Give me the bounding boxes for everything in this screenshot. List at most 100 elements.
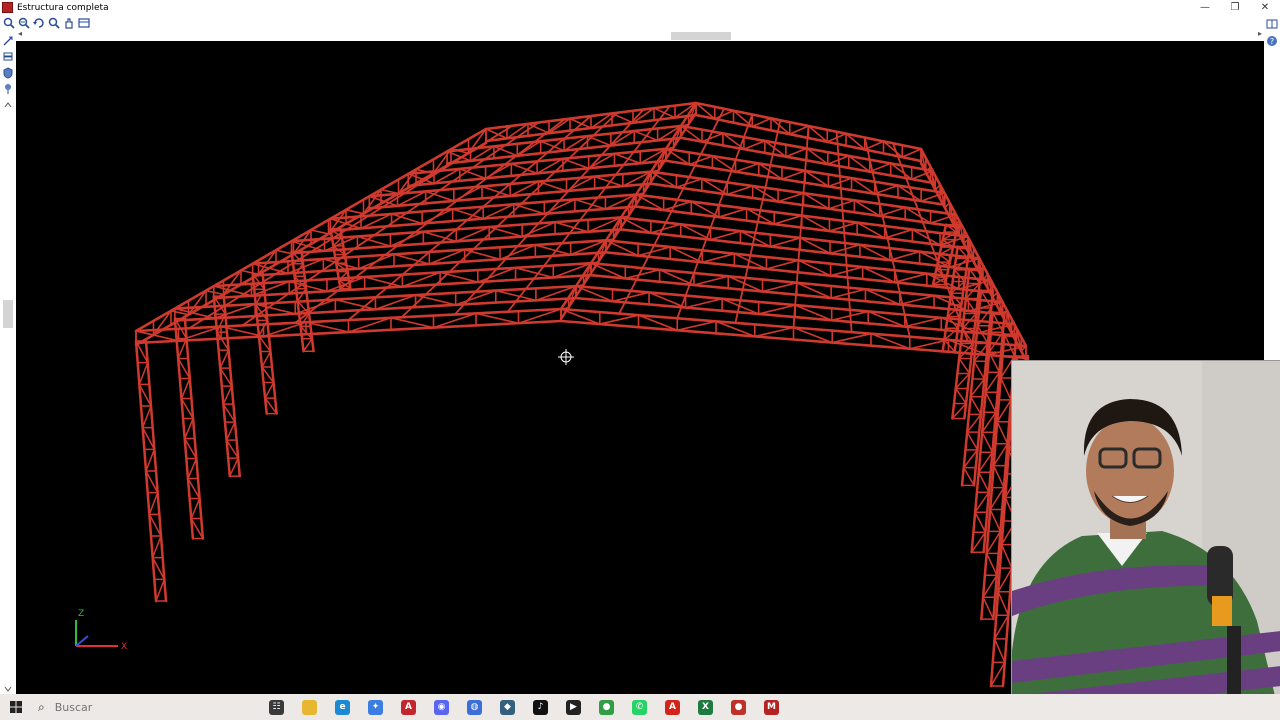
- rafter-truss-left-diagonal: [390, 213, 423, 225]
- rafter-truss-right-diagonal: [769, 237, 801, 248]
- rafter-truss-right-diagonal: [675, 178, 703, 189]
- scroll-up-icon[interactable]: [2, 96, 14, 108]
- rafter-truss-right-diagonal: [883, 228, 914, 239]
- excel-glyph: X: [698, 699, 713, 715]
- taskbar: ⌕ ☷ e ✦ A ◉ ◍ ◆ ♪ ▶ ● ✆ A X ● M: [0, 694, 1280, 720]
- app-wing-icon[interactable]: ◆: [491, 694, 524, 720]
- discord-icon[interactable]: ◉: [425, 694, 458, 720]
- presenter-video: [1012, 361, 1280, 720]
- whatsapp-icon[interactable]: ✆: [623, 694, 656, 720]
- start-button[interactable]: [0, 694, 32, 720]
- edge-icon[interactable]: e: [326, 694, 359, 720]
- chrome-glyph: ●: [599, 699, 614, 715]
- rafter-truss-right-diagonal: [701, 132, 724, 143]
- search-input[interactable]: [52, 699, 177, 715]
- scroll-left-icon[interactable]: ◂: [18, 29, 22, 38]
- file-explorer-icon[interactable]: [293, 694, 326, 720]
- rafter-truss-right-diagonal: [734, 162, 760, 173]
- rafter-truss-left-diagonal: [475, 312, 520, 325]
- column-truss-right-diagonal: [981, 431, 994, 453]
- tiktok-icon[interactable]: ♪: [524, 694, 557, 720]
- pointer-icon[interactable]: [2, 32, 14, 46]
- rafter-truss-right-diagonal: [903, 316, 943, 328]
- app-wing-glyph: ◆: [500, 699, 515, 715]
- column-truss-left-chord: [173, 317, 195, 540]
- app-red-icon[interactable]: ●: [722, 694, 755, 720]
- scroll-right-icon[interactable]: ▸: [1258, 29, 1262, 38]
- rafter-truss-right-diagonal: [765, 259, 800, 270]
- zoom-icon[interactable]: [48, 17, 60, 29]
- rafter-truss-right-diagonal: [773, 214, 803, 225]
- task-view-icon[interactable]: ☷: [260, 694, 293, 720]
- left-toolbar: [0, 30, 16, 694]
- acrobat-icon[interactable]: A: [656, 694, 689, 720]
- rafter-truss-right-diagonal: [611, 291, 650, 303]
- rafter-truss-right-diagonal: [598, 314, 640, 325]
- rafter-truss-right-diagonal: [676, 320, 717, 332]
- restore-button[interactable]: ❐: [1220, 0, 1250, 15]
- rafter-truss-right-diagonal: [751, 117, 772, 128]
- column-truss-left-diagonal: [219, 349, 230, 369]
- axis-z-label: Z: [78, 609, 84, 619]
- horizontal-scrollbar[interactable]: ◂ ▸: [16, 29, 1264, 41]
- autocad-icon[interactable]: A: [392, 694, 425, 720]
- view-toolbar: [0, 15, 1280, 30]
- pan-cursor-icon: [558, 349, 574, 365]
- rotate-icon[interactable]: [33, 17, 45, 29]
- rafter-truss-left-diagonal: [569, 117, 592, 129]
- rafter-truss-right-diagonal: [718, 207, 748, 218]
- media-player-icon[interactable]: ▶: [557, 694, 590, 720]
- rafter-truss-right-diagonal: [777, 192, 805, 203]
- structural-app-glyph: M: [764, 699, 779, 715]
- pin-icon[interactable]: [2, 80, 14, 94]
- app-bird-icon[interactable]: ✦: [359, 694, 392, 720]
- app-globe-icon[interactable]: ◍: [458, 694, 491, 720]
- app-globe-glyph: ◍: [467, 699, 482, 715]
- close-button[interactable]: ✕: [1250, 0, 1280, 15]
- rafter-truss-right-diagonal: [650, 223, 682, 234]
- svg-text:?: ?: [1270, 37, 1274, 46]
- window-title: Estructura completa: [17, 2, 109, 13]
- column-truss-left-diagonal: [138, 361, 149, 386]
- pan-icon[interactable]: [63, 17, 75, 29]
- eave-truss-left-diagonal: [345, 209, 365, 215]
- eave-truss-left-diagonal: [310, 229, 330, 235]
- rafter-truss-left-diagonal: [439, 271, 479, 283]
- rafter-truss-right-diagonal: [753, 326, 795, 338]
- shield-icon[interactable]: [2, 64, 14, 79]
- rafter-truss-right-diagonal: [662, 200, 693, 211]
- rafter-truss-right-diagonal: [831, 332, 872, 344]
- rafter-truss-right-diagonal: [873, 184, 899, 195]
- rafter-truss-right-diagonal: [684, 297, 723, 309]
- column-truss-left-diagonal: [180, 377, 191, 400]
- help-icon[interactable]: ?: [1266, 32, 1278, 46]
- rafter-truss-right-diagonal: [898, 294, 935, 306]
- horizontal-scroll-thumb[interactable]: [671, 32, 731, 40]
- column-truss-left-diagonal: [187, 457, 198, 480]
- taskbar-search[interactable]: ⌕: [32, 694, 222, 720]
- column-truss-right-diagonal: [996, 421, 1009, 445]
- minimize-button[interactable]: —: [1190, 0, 1220, 15]
- column-truss-left-diagonal: [229, 457, 239, 477]
- column-truss-left-diagonal: [141, 405, 152, 429]
- zoom-all-icon[interactable]: [18, 17, 30, 29]
- scroll-down-icon[interactable]: [2, 680, 14, 692]
- rafter-truss-left-diagonal: [463, 248, 501, 261]
- excel-icon[interactable]: X: [689, 694, 722, 720]
- eave-truss-left-diagonal: [205, 289, 225, 296]
- view-options-icon[interactable]: [78, 17, 90, 29]
- rafter-truss-right-diagonal: [788, 125, 810, 135]
- chrome-icon[interactable]: ●: [590, 694, 623, 720]
- vertical-scroll-thumb[interactable]: [3, 300, 13, 328]
- search-icon: ⌕: [38, 699, 45, 714]
- rafter-truss-right-diagonal: [878, 206, 906, 217]
- purlin: [241, 121, 540, 327]
- layers-icon[interactable]: [2, 48, 14, 61]
- book-icon[interactable]: [1266, 15, 1278, 29]
- rafter-truss-right-diagonal: [901, 148, 922, 158]
- column-truss-right-diagonal: [982, 596, 995, 620]
- column-truss-left-diagonal: [183, 417, 194, 440]
- structural-app-icon[interactable]: M: [755, 694, 788, 720]
- zoom-window-icon[interactable]: [3, 17, 15, 29]
- rafter-truss-right-diagonal: [781, 169, 806, 180]
